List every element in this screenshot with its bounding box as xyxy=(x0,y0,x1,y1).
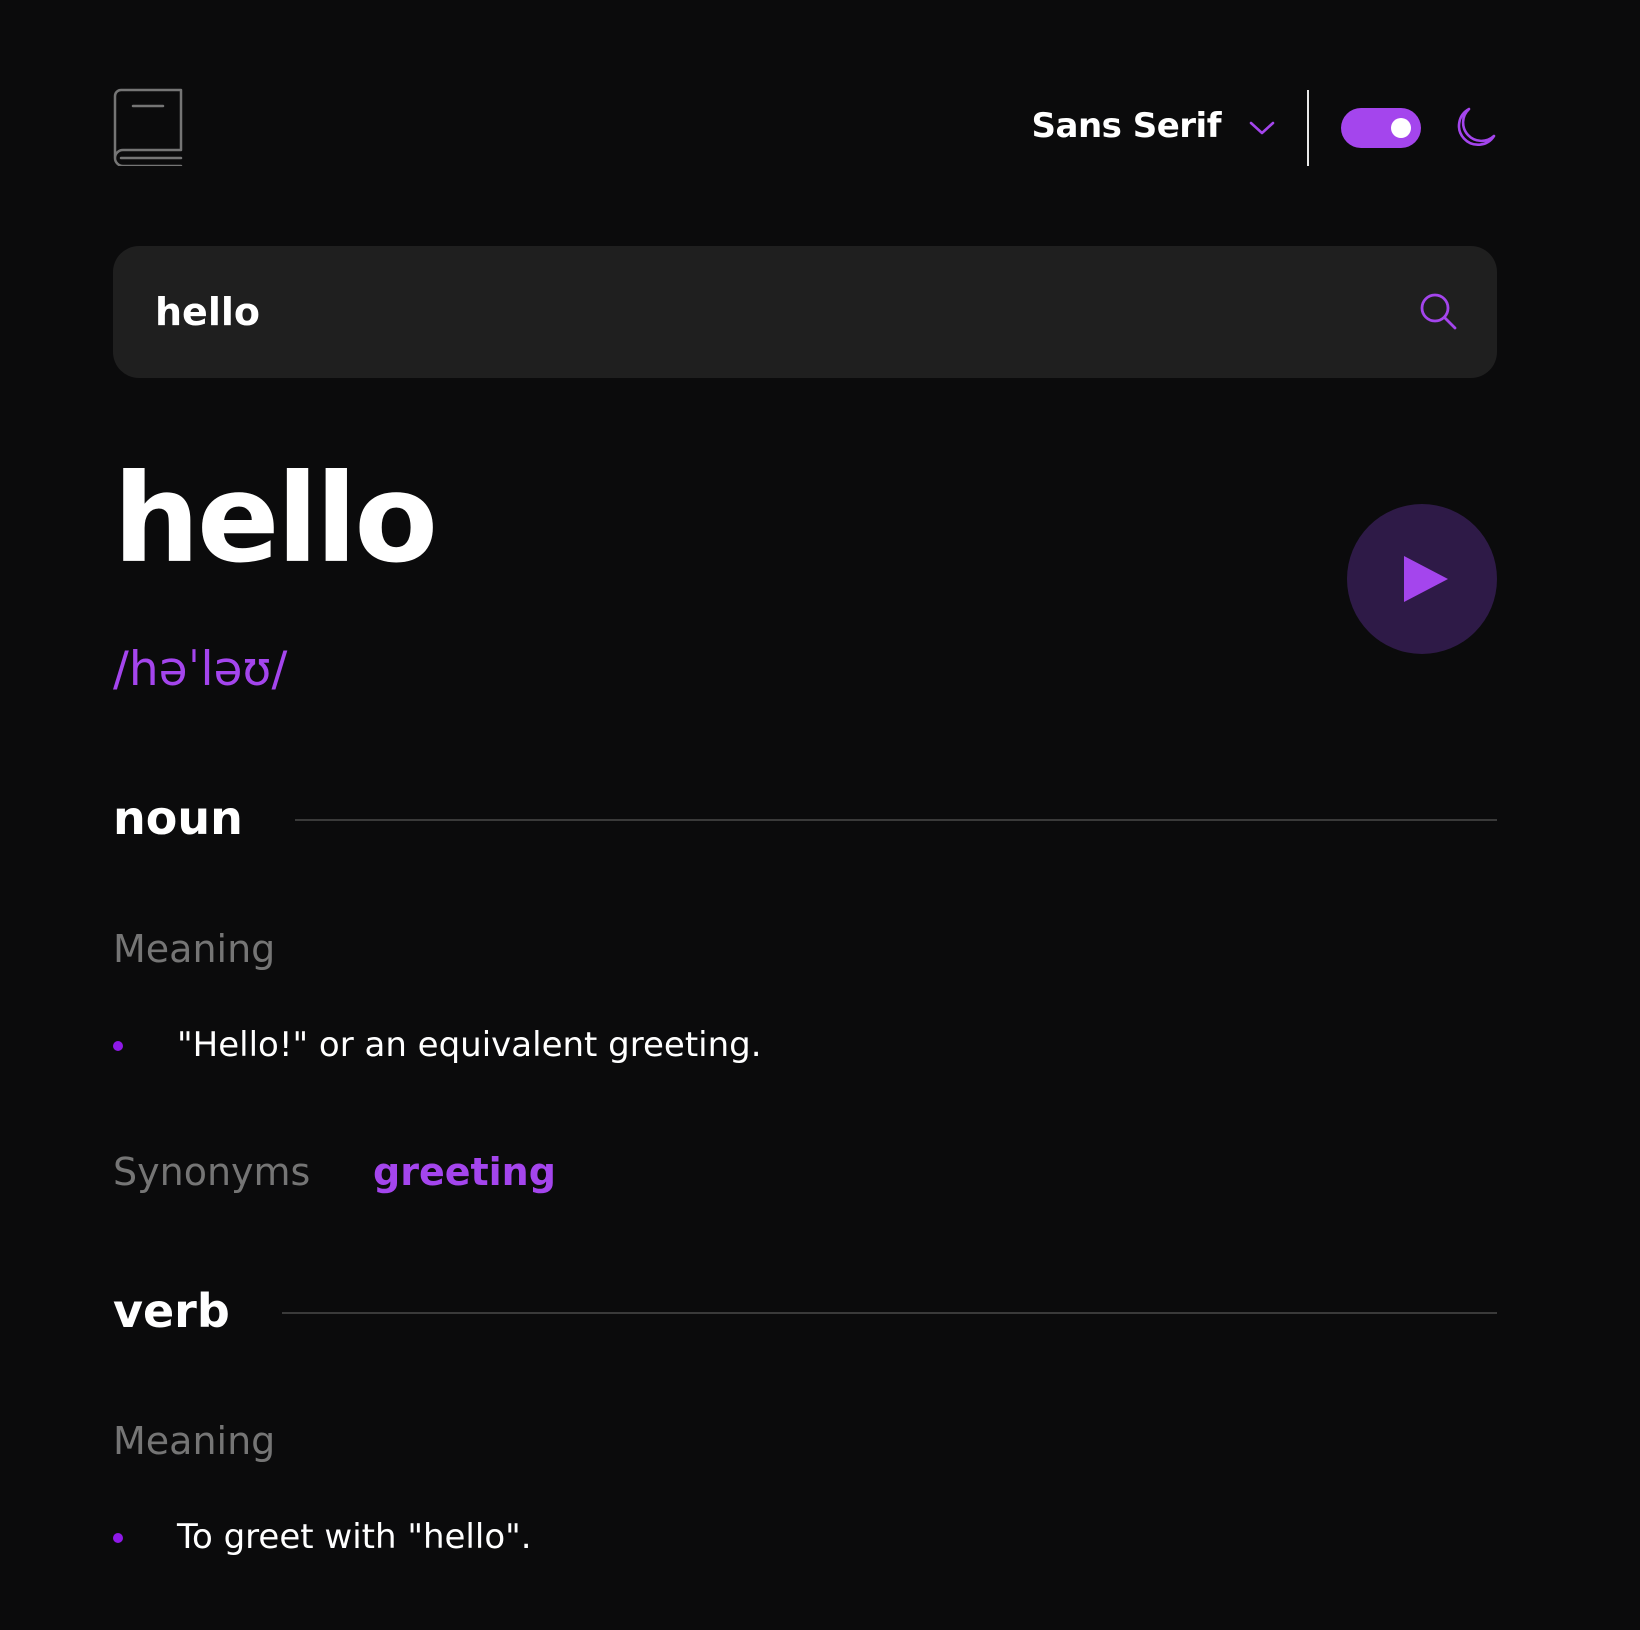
part-of-speech-noun: noun xyxy=(113,788,1497,848)
entry-word: hello xyxy=(113,448,438,590)
search-input[interactable] xyxy=(155,246,1355,378)
header-divider xyxy=(1307,90,1309,166)
meaning-heading: Meaning xyxy=(113,927,276,971)
section-divider xyxy=(282,1312,1497,1314)
chevron-down-icon xyxy=(1249,121,1275,135)
synonym-link[interactable]: greeting xyxy=(373,1150,556,1194)
bullet-dot xyxy=(113,1041,123,1051)
definition-item: "Hello!" or an equivalent greeting. xyxy=(113,1020,1497,1070)
definition-text: To greet with "hello". xyxy=(177,1517,532,1557)
section-divider xyxy=(295,819,1497,821)
part-of-speech-label: verb xyxy=(113,1284,230,1338)
definition-item: To greet with "hello". xyxy=(113,1512,1497,1562)
synonyms-row: Synonyms greeting xyxy=(113,1150,556,1200)
meaning-heading: Meaning xyxy=(113,1419,276,1463)
phonetic-text: /həˈləʊ/ xyxy=(113,642,288,697)
bullet-dot xyxy=(113,1533,123,1543)
part-of-speech-label: noun xyxy=(113,791,243,845)
toggle-knob xyxy=(1391,118,1411,138)
play-icon xyxy=(1404,556,1448,602)
search-bar xyxy=(113,246,1497,378)
play-pronunciation-button[interactable] xyxy=(1347,504,1497,654)
definition-text: "Hello!" or an equivalent greeting. xyxy=(177,1025,762,1065)
moon-icon[interactable] xyxy=(1453,106,1497,150)
search-icon[interactable] xyxy=(1419,292,1457,330)
synonyms-label: Synonyms xyxy=(113,1150,311,1194)
font-family-select[interactable]: Sans Serif xyxy=(1032,106,1275,146)
book-icon[interactable] xyxy=(113,88,183,166)
app-header: Sans Serif xyxy=(113,88,1497,168)
part-of-speech-verb: verb xyxy=(113,1281,1497,1341)
theme-toggle[interactable] xyxy=(1341,108,1421,148)
font-select-label: Sans Serif xyxy=(1031,106,1222,146)
